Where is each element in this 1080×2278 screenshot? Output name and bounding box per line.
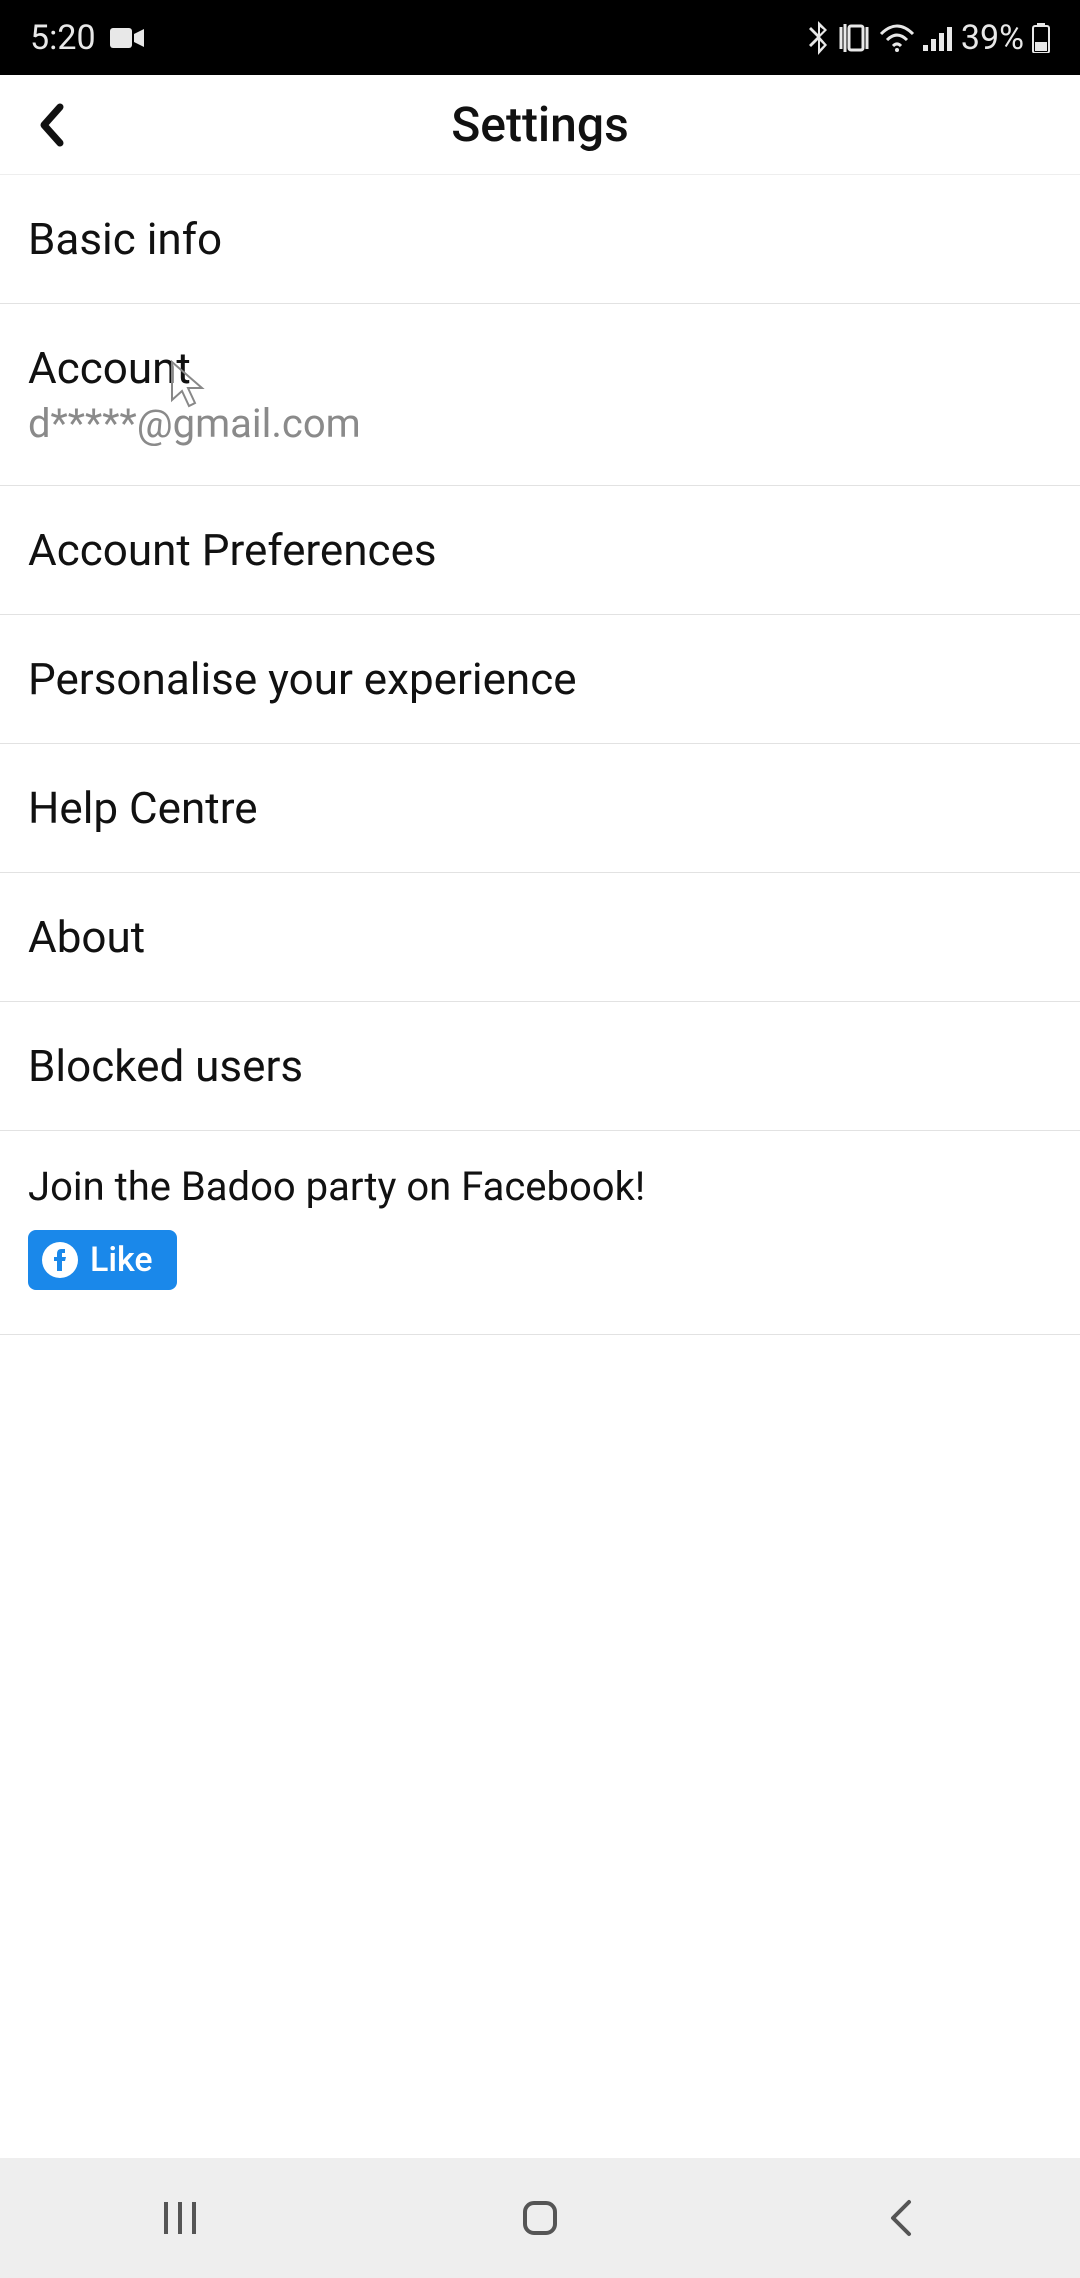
settings-item-about[interactable]: About [0, 873, 1080, 1002]
chevron-left-icon [885, 2196, 915, 2240]
facebook-like-button[interactable]: Like [28, 1230, 177, 1290]
settings-item-personalise[interactable]: Personalise your experience [0, 615, 1080, 744]
settings-item-facebook: Join the Badoo party on Facebook! Like [0, 1131, 1080, 1335]
status-bar: 5:20 39% [0, 0, 1080, 75]
app-header: Settings [0, 75, 1080, 175]
settings-item-account[interactable]: Account d*****@gmail.com [0, 304, 1080, 486]
recents-icon [160, 2198, 200, 2238]
battery-icon [1032, 23, 1050, 53]
settings-item-basic-info[interactable]: Basic info [0, 175, 1080, 304]
status-right: 39% [807, 18, 1050, 58]
settings-item-account-preferences[interactable]: Account Preferences [0, 486, 1080, 615]
nav-back-button[interactable] [840, 2178, 960, 2258]
status-left: 5:20 [30, 18, 144, 58]
video-record-icon [110, 26, 144, 50]
home-icon [520, 2198, 560, 2238]
facebook-like-label: Like [90, 1240, 153, 1280]
settings-item-help-centre[interactable]: Help Centre [0, 744, 1080, 873]
list-item-label: Basic info [28, 213, 1052, 265]
list-item-label: Account Preferences [28, 524, 1052, 576]
facebook-prompt-label: Join the Badoo party on Facebook! [28, 1163, 1052, 1210]
system-nav-bar [0, 2158, 1080, 2278]
settings-item-blocked-users[interactable]: Blocked users [0, 1002, 1080, 1131]
list-item-label: Account [28, 342, 1052, 394]
list-item-label: Blocked users [28, 1040, 1052, 1092]
list-item-label: Personalise your experience [28, 653, 1052, 705]
page-title: Settings [451, 96, 629, 153]
bluetooth-icon [807, 21, 829, 55]
nav-home-button[interactable] [480, 2178, 600, 2258]
status-time: 5:20 [30, 18, 96, 58]
list-item-subtitle: d*****@gmail.com [28, 400, 1052, 447]
signal-icon [923, 25, 953, 51]
nav-recents-button[interactable] [120, 2178, 240, 2258]
settings-list: Basic info Account d*****@gmail.com Acco… [0, 175, 1080, 1335]
vibrate-icon [837, 23, 871, 53]
back-button[interactable] [20, 95, 80, 155]
list-item-label: About [28, 911, 1052, 963]
list-item-label: Help Centre [28, 782, 1052, 834]
wifi-icon [879, 24, 915, 52]
battery-percent: 39% [961, 18, 1024, 58]
chevron-left-icon [36, 103, 64, 147]
facebook-icon [42, 1242, 78, 1278]
